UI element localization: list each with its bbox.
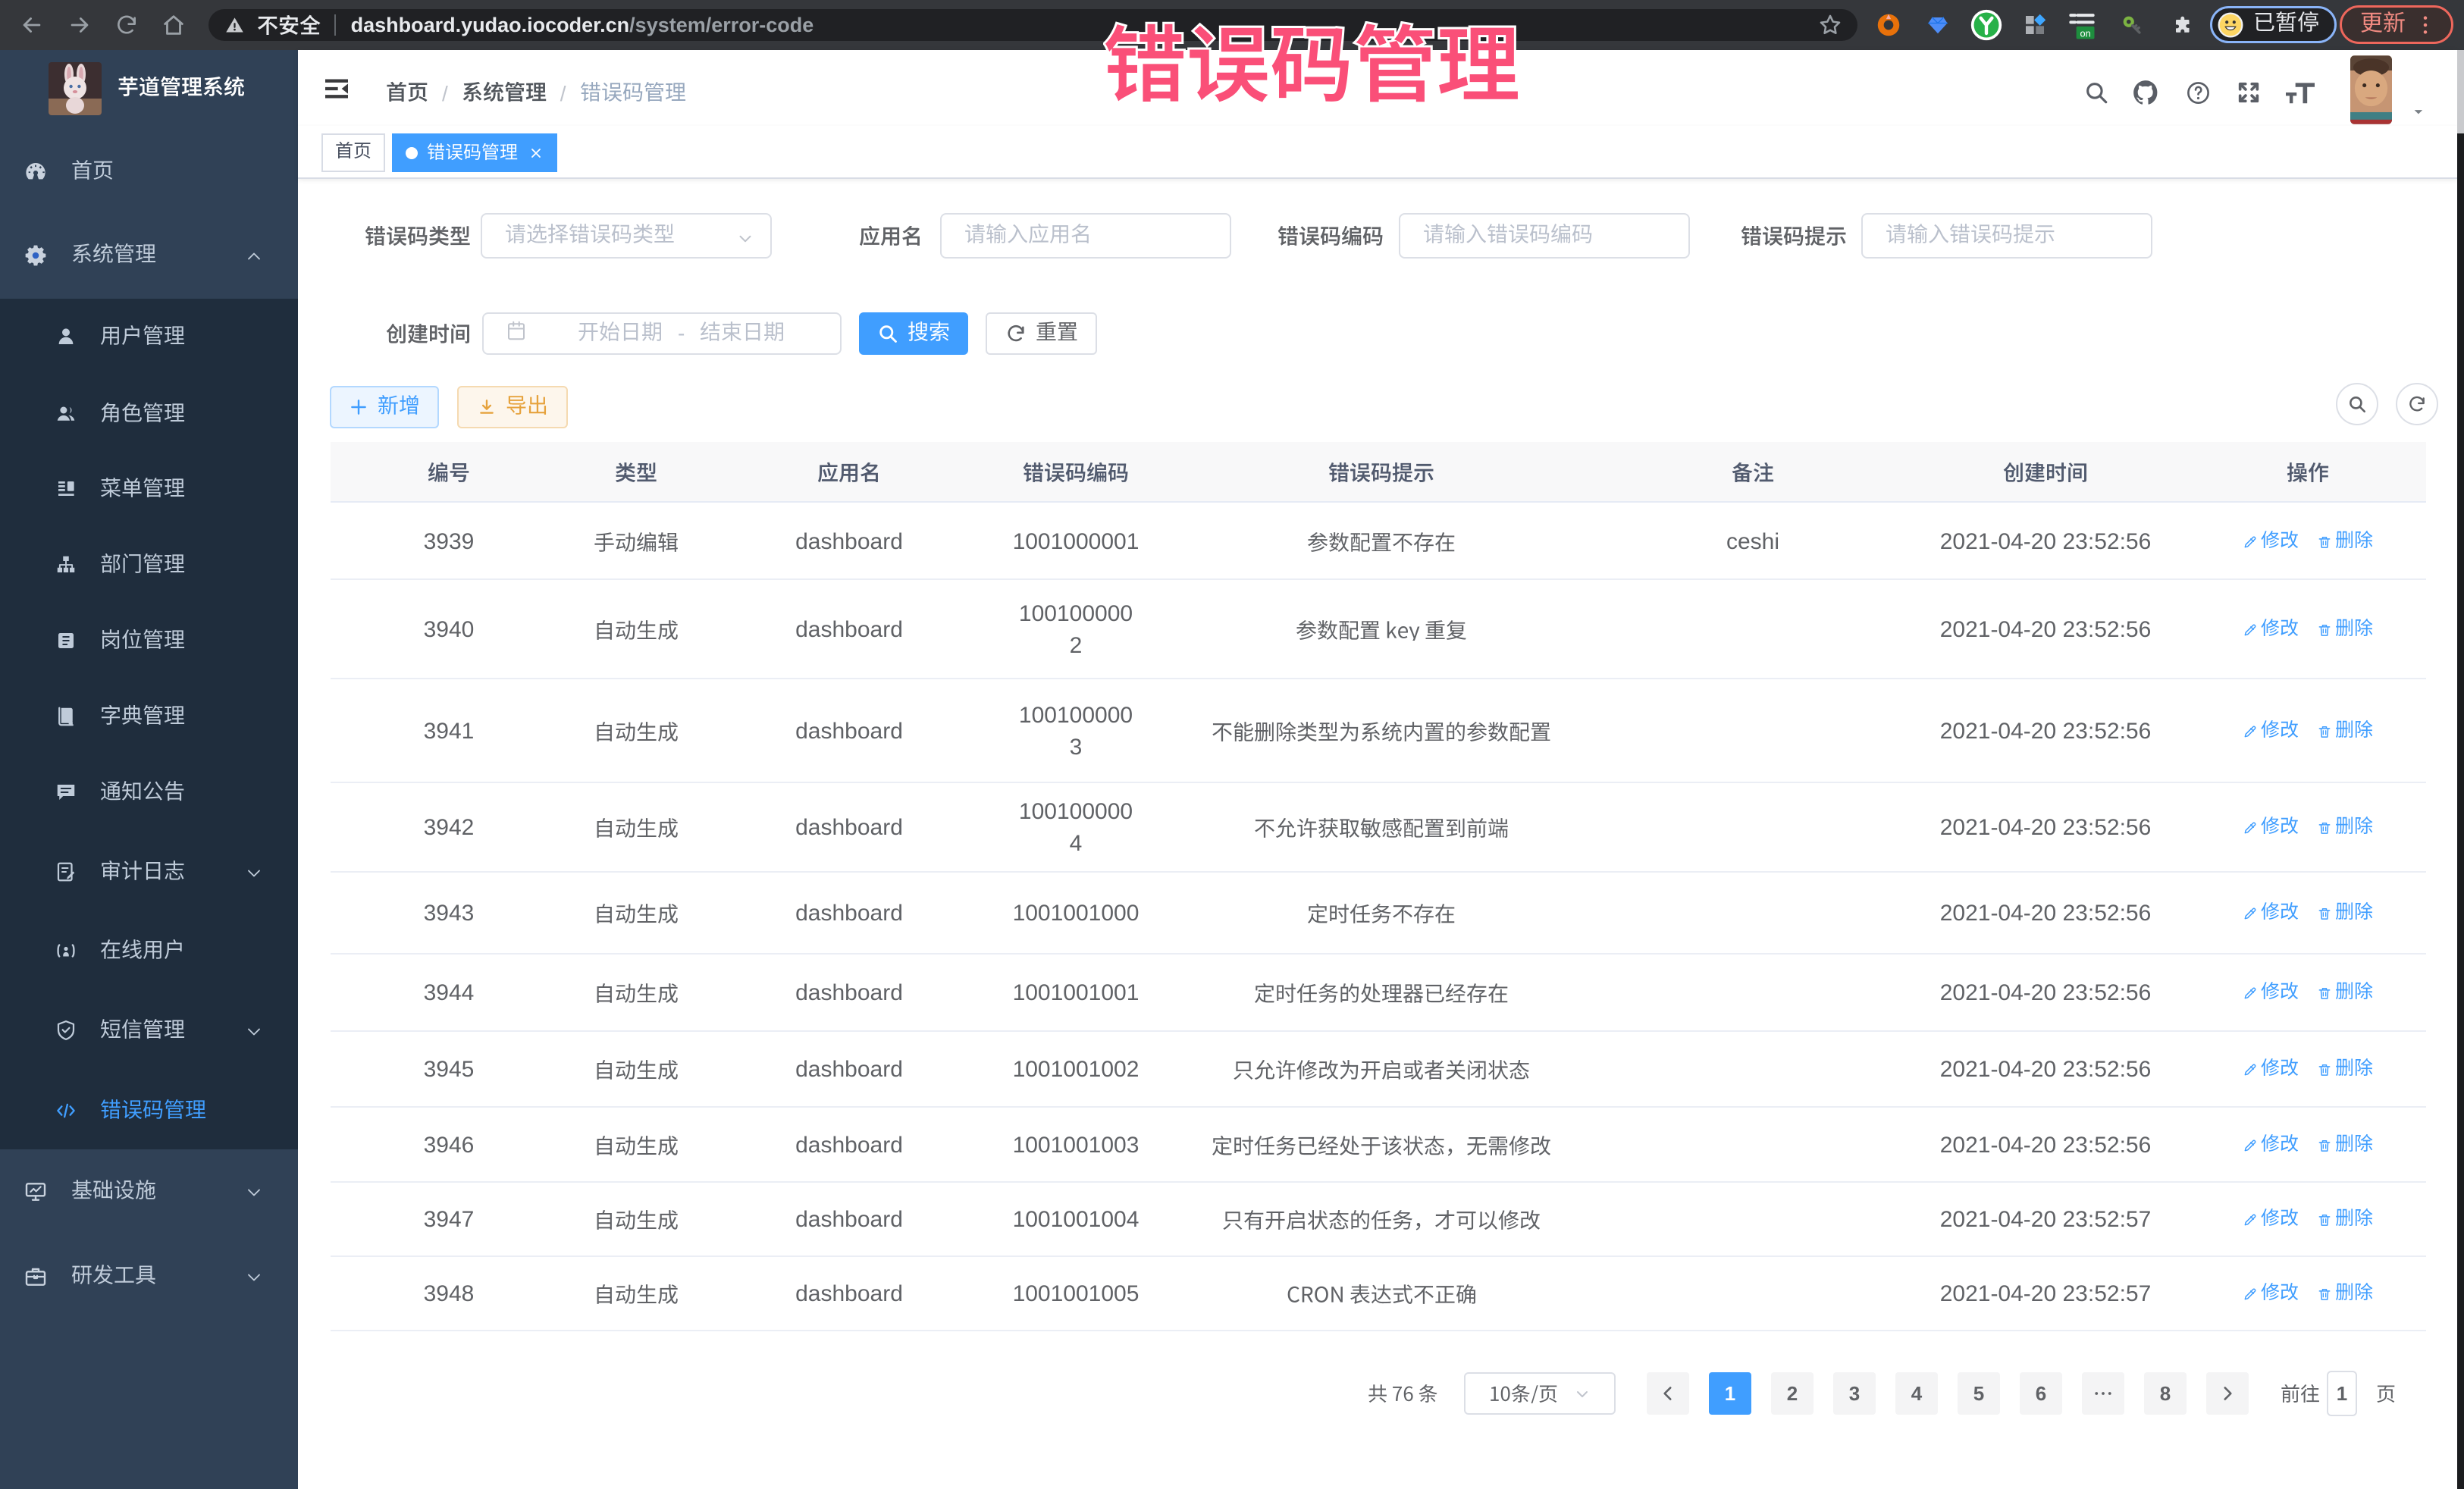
svg-text:on: on — [2080, 28, 2090, 39]
